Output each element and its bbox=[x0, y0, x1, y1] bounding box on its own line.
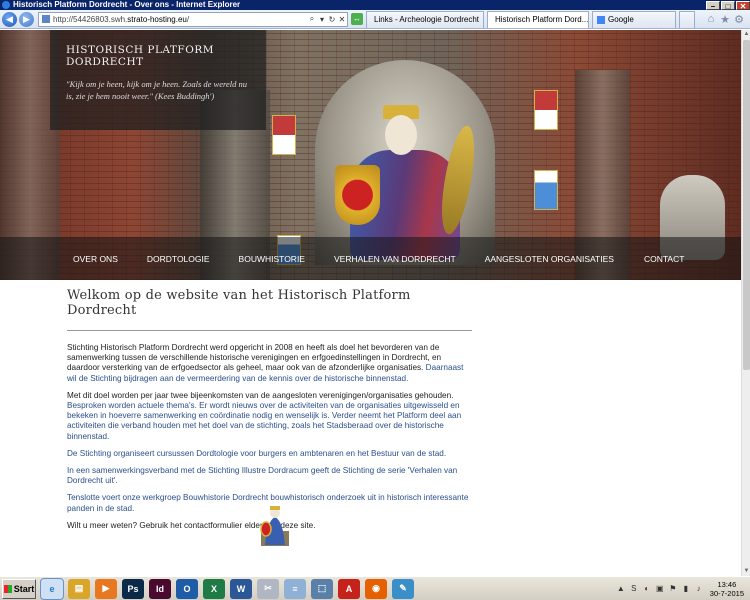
taskbar-app-firefox-icon[interactable]: ◉ bbox=[365, 578, 387, 599]
site-header-card: HISTORISCH PLATFORM DORDRECHT "Kijk om j… bbox=[50, 30, 266, 130]
nav-contact[interactable]: CONTACT bbox=[644, 254, 684, 264]
dropdown-icon[interactable]: ▾ bbox=[317, 15, 327, 24]
taskbar-app-media-player-icon[interactable]: ▶ bbox=[95, 578, 117, 599]
address-bar[interactable]: http://54426803.swh.strato-hosting.eu/ ⌕… bbox=[38, 11, 348, 27]
system-tray: ▲ S ◐ ▣ ⚑ ▮ ♪ 13:46 30-7-2015 bbox=[613, 579, 750, 599]
vertical-scrollbar[interactable]: ▲ ▼ bbox=[741, 30, 750, 576]
start-button[interactable]: Start bbox=[2, 578, 36, 599]
taskbar-app-paint-icon[interactable]: ✎ bbox=[392, 578, 414, 599]
minimize-button[interactable]: – bbox=[706, 0, 720, 11]
windows-flag-icon bbox=[3, 584, 12, 593]
taskbar-app-snipping-tool-icon[interactable]: ✂ bbox=[257, 578, 279, 599]
close-window-button[interactable]: ✕ bbox=[736, 0, 750, 11]
refresh-icon[interactable]: ↻ bbox=[327, 15, 337, 24]
tab-favicon-icon bbox=[597, 15, 605, 24]
settings-gear-icon[interactable]: ⚙ bbox=[732, 13, 746, 26]
window-title-bar: Historisch Platform Dordrecht - Over ons… bbox=[0, 0, 750, 11]
taskbar-app-word-icon[interactable]: W bbox=[230, 578, 252, 599]
paragraph: Met dit doel worden per jaar twee bijeen… bbox=[67, 390, 462, 441]
taskbar-app-internet-explorer-icon[interactable]: e bbox=[40, 577, 64, 600]
paragraph: De Stichting organiseert cursussen Dordt… bbox=[67, 448, 447, 458]
nav-bouwhistorie[interactable]: BOUWHISTORIE bbox=[239, 254, 305, 264]
nav-over-ons[interactable]: OVER ONS bbox=[73, 254, 118, 264]
hero-image: HISTORISCH PLATFORM DORDRECHT "Kijk om j… bbox=[0, 30, 741, 280]
taskbar-app-file-explorer-icon[interactable]: ▤ bbox=[68, 578, 90, 599]
taskbar-app-excel-icon[interactable]: X bbox=[203, 578, 225, 599]
paragraph: Stichting Historisch Platform Dordrecht … bbox=[67, 343, 464, 383]
paragraph: In een samenwerkingsverband met de Stich… bbox=[67, 466, 458, 486]
scrollbar-thumb[interactable] bbox=[743, 40, 750, 370]
page-favicon-icon bbox=[42, 15, 50, 23]
skype-icon[interactable]: S bbox=[629, 584, 639, 594]
ie-logo-icon bbox=[2, 1, 10, 9]
tray-expand-icon[interactable]: ▲ bbox=[616, 584, 626, 594]
tab-historisch-platform[interactable]: Historisch Platform Dord... ✕ bbox=[487, 10, 589, 28]
nav-verhalen-van-dordrecht[interactable]: VERHALEN VAN DORDRECHT bbox=[334, 254, 456, 264]
volume-icon[interactable]: ♪ bbox=[694, 584, 704, 594]
scroll-up-icon[interactable]: ▲ bbox=[742, 30, 750, 39]
network-icon[interactable]: ▮ bbox=[681, 584, 691, 594]
display-icon[interactable]: ▣ bbox=[655, 584, 665, 594]
back-button[interactable]: ◀ bbox=[2, 11, 17, 27]
taskbar-app-photoshop-icon[interactable]: Ps bbox=[122, 578, 144, 599]
address-url[interactable]: http://54426803.swh.strato-hosting.eu/ bbox=[53, 15, 307, 24]
taskbar-app-acrobat-icon[interactable]: A bbox=[338, 578, 360, 599]
site-quote: "Kijk om je heen, kijk om je heen. Zoals… bbox=[66, 79, 248, 101]
taskbar-apps: e ▤ ▶ Ps Id O X W ✂ ≡ ⬚ A ◉ ✎ bbox=[36, 577, 414, 600]
title-divider bbox=[67, 330, 472, 331]
maximize-button[interactable]: □ bbox=[721, 0, 735, 11]
browser-toolbar: ◀ ▶ http://54426803.swh.strato-hosting.e… bbox=[0, 10, 750, 29]
window-title: Historisch Platform Dordrecht - Over ons… bbox=[13, 0, 241, 9]
favorites-star-icon[interactable]: ★ bbox=[718, 13, 732, 26]
taskbar: Start e ▤ ▶ Ps Id O X W ✂ ≡ ⬚ A ◉ ✎ ▲ S ◐ ▣ ⚑ ▮ ♪ 13:… bbox=[0, 576, 750, 600]
search-icon[interactable]: ⌕ bbox=[307, 14, 317, 24]
sync-icon[interactable]: ◐ bbox=[642, 584, 652, 594]
tab-links-archeologie[interactable]: Links - Archeologie Dordrecht bbox=[366, 10, 484, 28]
stop-icon[interactable]: ✕ bbox=[337, 15, 347, 24]
action-center-flag-icon[interactable]: ⚑ bbox=[668, 584, 678, 594]
taskbar-app-network-icon[interactable]: ⬚ bbox=[311, 578, 333, 599]
scroll-down-icon[interactable]: ▼ bbox=[742, 567, 750, 576]
main-navigation: OVER ONS DORDTOLOGIE BOUWHISTORIE VERHAL… bbox=[0, 237, 741, 280]
taskbar-app-indesign-icon[interactable]: Id bbox=[149, 578, 171, 599]
forward-button[interactable]: ▶ bbox=[19, 11, 34, 27]
site-name[interactable]: HISTORISCH PLATFORM DORDRECHT bbox=[66, 44, 250, 68]
home-icon[interactable]: ⌂ bbox=[704, 13, 718, 26]
compat-view-icon[interactable]: ↔ bbox=[351, 13, 363, 25]
system-clock[interactable]: 13:46 30-7-2015 bbox=[710, 580, 744, 598]
nav-dordtologie[interactable]: DORDTOLOGIE bbox=[147, 254, 210, 264]
tab-google[interactable]: Google bbox=[592, 10, 676, 28]
taskbar-app-outlook-icon[interactable]: O bbox=[176, 578, 198, 599]
taskbar-app-notepad-icon[interactable]: ≡ bbox=[284, 578, 306, 599]
statue-thumbnail-image bbox=[260, 506, 289, 546]
page-title: Welkom op de website van het Historisch … bbox=[67, 288, 411, 318]
new-tab-button[interactable] bbox=[679, 10, 695, 28]
nav-aangesloten-organisaties[interactable]: AANGESLOTEN ORGANISATIES bbox=[485, 254, 614, 264]
